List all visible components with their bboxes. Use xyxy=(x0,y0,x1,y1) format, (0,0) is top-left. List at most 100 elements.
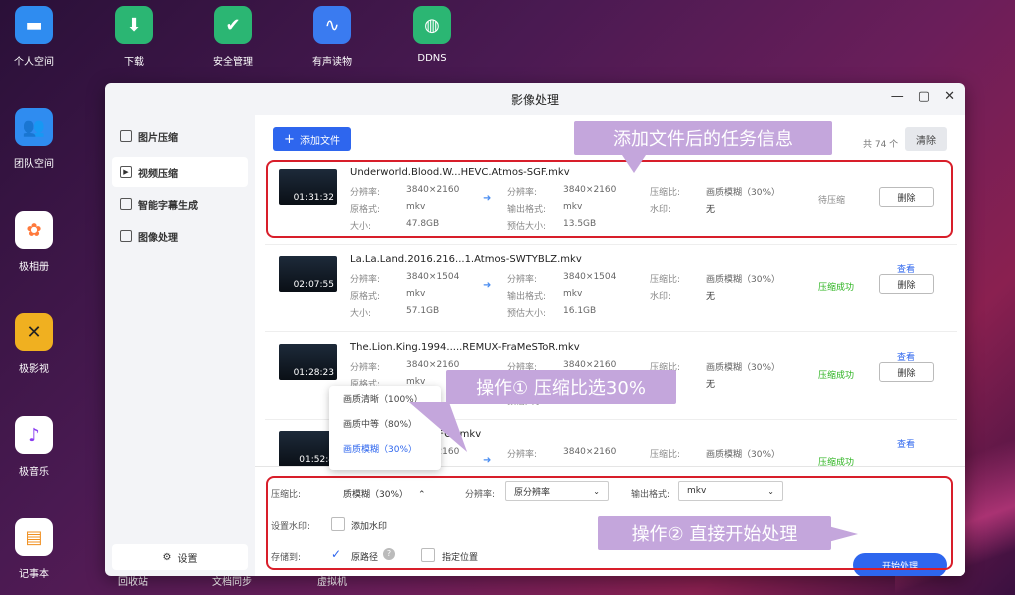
callout-step1: 操作① 压缩比选30% xyxy=(446,370,676,404)
delete-button[interactable]: 删除 xyxy=(879,362,934,382)
delete-button[interactable]: 删除 xyxy=(879,274,934,294)
resolution-value: 3840×1504 xyxy=(406,272,460,282)
video-compress-icon: ▶ xyxy=(120,166,132,178)
desktop-icon-team-space[interactable]: 👥 团队空间 xyxy=(0,108,74,170)
desktop-icon-download[interactable]: ⬇ 下载 xyxy=(94,6,174,68)
resolution-label: 分辨率: xyxy=(350,363,381,373)
sidebar-item-label: 图像处理 xyxy=(138,232,178,244)
duration: 02:07:55 xyxy=(293,280,334,290)
desktop-icon-label: 极音乐 xyxy=(19,467,49,478)
clear-button[interactable]: 清除 xyxy=(905,127,947,151)
arrow-right-icon: ➜ xyxy=(483,280,492,291)
sidebar-item-image-process[interactable]: 图像处理 xyxy=(112,221,248,251)
desktop-icon-video[interactable]: ✕ 极影视 xyxy=(0,313,74,375)
sidebar: 图片压缩 ▶ 视频压缩 智能字幕生成 图像处理 ⚙ 设置 xyxy=(105,115,255,576)
duration: 01:28:23 xyxy=(293,368,334,378)
est-size-value: 16.1GB xyxy=(563,306,597,316)
desktop-icon-notepad[interactable]: ▤ 记事本 xyxy=(0,518,74,580)
callout-pointer xyxy=(622,155,646,173)
resolution-label: 分辨率: xyxy=(350,275,381,285)
minimize-button[interactable]: — xyxy=(891,89,904,104)
desktop-icon-label: DDNS xyxy=(417,53,447,64)
ratio-value: 画质模糊（30%） xyxy=(706,450,781,460)
add-file-label: 添加文件 xyxy=(299,135,340,147)
watermark-value: 无 xyxy=(706,380,716,390)
desktop-icon-label: 个人空间 xyxy=(14,57,54,68)
size-label: 大小: xyxy=(350,309,372,319)
photos-icon: ✿ xyxy=(15,211,53,249)
maximize-button[interactable]: ▢ xyxy=(918,89,930,104)
file-row: 02:07:55 La.La.Land.2016.216...1.Atmos-SW… xyxy=(265,246,957,332)
desktop-icon-music[interactable]: ♪ 极音乐 xyxy=(0,416,74,478)
desktop-icon-photos[interactable]: ✿ 极相册 xyxy=(0,211,74,273)
watermark-value: 无 xyxy=(706,292,716,302)
desktop-icon-label: 记事本 xyxy=(19,569,49,580)
shield-icon: ✔ xyxy=(214,6,252,44)
callout-step2: 操作② 直接开始处理 xyxy=(598,516,831,550)
desktop-icon-personal-space[interactable]: ▬ 个人空间 xyxy=(0,6,74,68)
image-process-icon xyxy=(120,230,132,242)
file-name: The.Lion.King.1994.....REMUX-FraMeSToR.m… xyxy=(350,342,580,353)
sidebar-item-label: 视频压缩 xyxy=(138,168,178,180)
image-icon xyxy=(120,130,132,142)
sidebar-item-image-compress[interactable]: 图片压缩 xyxy=(112,121,248,151)
title-bar: 影像处理 — ▢ ✕ xyxy=(105,83,965,115)
desktop-icon-ddns[interactable]: ◍ DDNS xyxy=(392,6,472,64)
size-value: 57.1GB xyxy=(406,306,440,316)
ratio-label: 压缩比: xyxy=(650,450,681,460)
view-link[interactable]: 查看 xyxy=(897,437,915,450)
video-icon: ✕ xyxy=(15,313,53,351)
arrow-right-icon: ➜ xyxy=(483,455,492,466)
globe-icon: ◍ xyxy=(413,6,451,44)
sidebar-item-label: 智能字幕生成 xyxy=(138,200,198,212)
gear-icon: ⚙ xyxy=(162,551,172,563)
est-size-label: 预估大小: xyxy=(507,309,547,319)
callout-task-info: 添加文件后的任务信息 xyxy=(574,121,832,155)
task-info-highlight xyxy=(266,160,953,238)
status-badge: 压缩成功 xyxy=(818,371,855,381)
desktop-icon-label: 安全管理 xyxy=(213,57,253,68)
orig-format-value: mkv xyxy=(406,289,426,299)
desktop-icon-label: 极相册 xyxy=(19,262,49,273)
desktop-icon-security[interactable]: ✔ 安全管理 xyxy=(193,6,273,68)
desktop-icon-audiobooks[interactable]: ∿ 有声读物 xyxy=(292,6,372,68)
window-title: 影像处理 xyxy=(510,92,559,107)
file-name: La.La.Land.2016.216...1.Atmos-SWTYBLZ.mk… xyxy=(350,254,582,265)
audio-wave-icon: ∿ xyxy=(313,6,351,44)
plus-icon: + xyxy=(284,131,295,147)
desktop-icon-label: 有声读物 xyxy=(312,57,352,68)
out-resolution-value: 3840×2160 xyxy=(563,360,617,370)
status-badge: 压缩成功 xyxy=(818,283,855,293)
close-button[interactable]: ✕ xyxy=(944,89,955,104)
callout-pointer xyxy=(828,526,858,542)
notepad-icon: ▤ xyxy=(15,518,53,556)
download-icon: ⬇ xyxy=(115,6,153,44)
music-icon: ♪ xyxy=(15,416,53,454)
sidebar-item-label: 图片压缩 xyxy=(138,132,178,144)
settings-label: 设置 xyxy=(177,553,198,565)
desktop-icon-label: 极影视 xyxy=(19,364,49,375)
out-resolution-label: 分辨率: xyxy=(507,275,538,285)
video-thumbnail: 01:28:23 xyxy=(279,344,337,380)
out-format-value: mkv xyxy=(563,289,583,299)
out-resolution-label: 分辨率: xyxy=(507,450,538,460)
desktop-icon-label: 下载 xyxy=(124,57,144,68)
sidebar-item-subtitle[interactable]: 智能字幕生成 xyxy=(112,189,248,219)
out-resolution-value: 3840×1504 xyxy=(563,272,617,282)
ratio-value: 画质模糊（30%） xyxy=(706,363,781,373)
watermark-label: 水印: xyxy=(650,292,672,302)
folder-icon: ▬ xyxy=(15,6,53,44)
desktop-icon-label: 团队空间 xyxy=(14,159,54,170)
subtitle-icon xyxy=(120,198,132,210)
ratio-label: 压缩比: xyxy=(650,275,681,285)
sidebar-item-video-compress[interactable]: ▶ 视频压缩 xyxy=(112,157,248,187)
out-format-label: 输出格式: xyxy=(507,292,547,302)
add-file-button[interactable]: + 添加文件 xyxy=(273,127,351,151)
out-resolution-value: 3840×2160 xyxy=(563,447,617,457)
orig-format-label: 原格式: xyxy=(350,292,381,302)
file-count: 共 74 个 xyxy=(863,140,899,150)
settings-button[interactable]: ⚙ 设置 xyxy=(112,544,248,570)
ratio-value: 画质模糊（30%） xyxy=(706,275,781,285)
video-thumbnail: 02:07:55 xyxy=(279,256,337,292)
team-folder-icon: 👥 xyxy=(15,108,53,146)
